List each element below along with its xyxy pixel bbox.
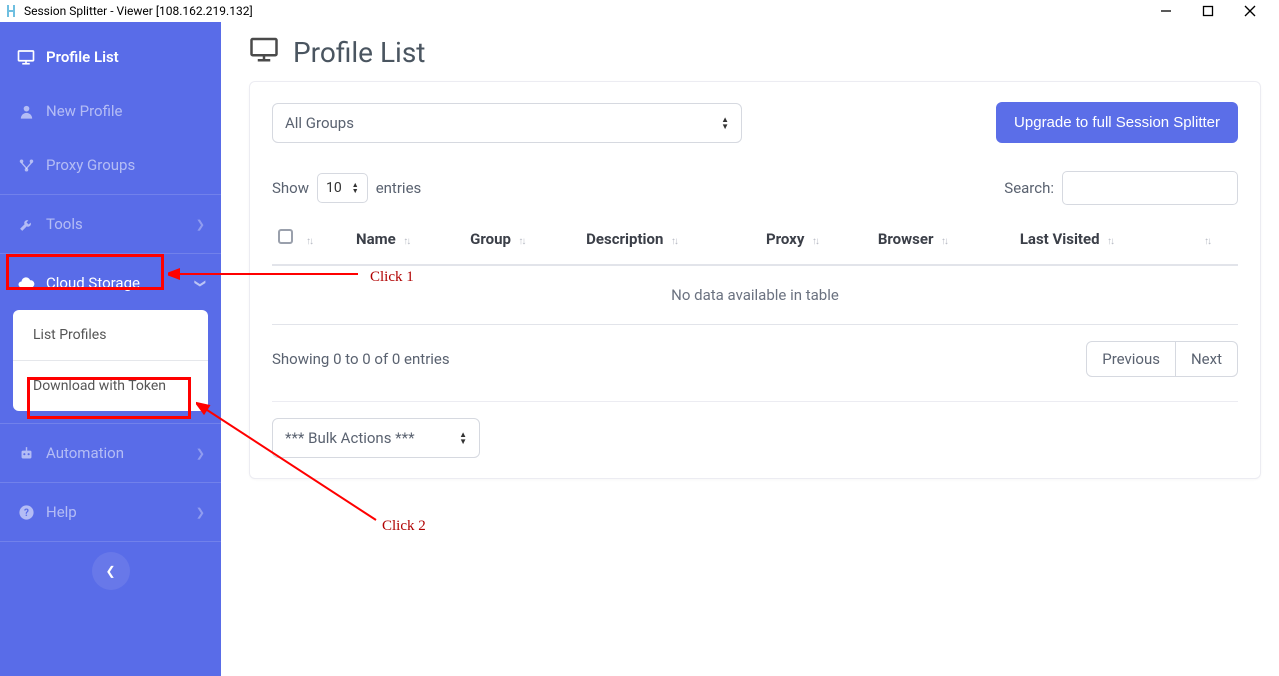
- chevron-right-icon: ❯: [196, 447, 205, 460]
- sidebar-item-help[interactable]: ? Help ❯: [0, 485, 221, 539]
- column-proxy[interactable]: Proxy ↑↓: [760, 219, 872, 265]
- profile-list-card: All Groups ▲▼ Upgrade to full Session Sp…: [249, 81, 1261, 479]
- sidebar-item-label: Proxy Groups: [46, 156, 135, 174]
- submenu-list-profiles[interactable]: List Profiles: [13, 310, 208, 360]
- sidebar-item-proxy-groups[interactable]: Proxy Groups: [0, 138, 221, 192]
- sidebar-item-new-profile[interactable]: New Profile: [0, 84, 221, 138]
- sidebar-item-automation[interactable]: Automation ❯: [0, 426, 221, 480]
- updown-icon: ▲▼: [721, 116, 729, 130]
- sidebar-item-label: Help: [46, 503, 77, 521]
- page-title: Profile List: [293, 36, 425, 69]
- user-icon: [16, 101, 36, 121]
- chevron-down-icon: ❯: [194, 278, 207, 287]
- column-checkbox: [272, 219, 300, 265]
- prev-page-button[interactable]: Previous: [1086, 341, 1176, 377]
- wrench-icon: [16, 214, 36, 234]
- group-select-value: All Groups: [285, 114, 354, 132]
- bulk-actions-select[interactable]: *** Bulk Actions *** ▲▼: [272, 418, 480, 458]
- cloud-icon: [16, 273, 36, 293]
- monitor-icon: [249, 34, 279, 71]
- sidebar-item-profile-list[interactable]: Profile List: [0, 30, 221, 84]
- window-maximize-button[interactable]: [1199, 2, 1217, 20]
- column-actions[interactable]: ↑↓: [1198, 219, 1238, 265]
- robot-icon: [16, 443, 36, 463]
- cloud-storage-submenu: List Profiles Download with Token: [13, 310, 208, 411]
- help-icon: ?: [16, 502, 36, 522]
- column-browser[interactable]: Browser ↑↓: [872, 219, 1014, 265]
- sidebar-collapse-button[interactable]: ❮: [92, 552, 130, 590]
- chevron-right-icon: ❯: [196, 506, 205, 519]
- window-minimize-button[interactable]: [1157, 2, 1175, 20]
- select-all-checkbox[interactable]: [278, 229, 293, 244]
- entries-per-page-select[interactable]: 10 ▲▼: [317, 173, 368, 203]
- group-select[interactable]: All Groups ▲▼: [272, 103, 742, 143]
- search-input[interactable]: [1062, 171, 1238, 205]
- profiles-table: ↑↓ Name ↑↓ Group ↑↓ Description ↑↓ Proxy…: [272, 219, 1238, 325]
- chevron-right-icon: ❯: [196, 218, 205, 231]
- bulk-select-value: *** Bulk Actions ***: [285, 429, 415, 447]
- updown-icon: ▲▼: [459, 431, 467, 445]
- upgrade-button[interactable]: Upgrade to full Session Splitter: [996, 102, 1238, 143]
- sidebar-item-cloud-storage[interactable]: Cloud Storage ❯: [0, 256, 221, 310]
- sidebar-item-label: Profile List: [46, 48, 119, 66]
- sidebar-item-label: Tools: [46, 215, 83, 233]
- column-last-visited[interactable]: Last Visited ↑↓: [1014, 219, 1198, 265]
- monitor-icon: [16, 47, 36, 67]
- column-description[interactable]: Description ↑↓: [580, 219, 760, 265]
- sidebar-item-label: Automation: [46, 444, 124, 462]
- window-titlebar: Session Splitter - Viewer [108.162.219.1…: [0, 0, 1279, 22]
- next-page-button[interactable]: Next: [1176, 341, 1238, 377]
- svg-text:?: ?: [24, 508, 29, 519]
- pagination: Previous Next: [1086, 341, 1238, 377]
- column-sort-blank[interactable]: ↑↓: [300, 219, 350, 265]
- app-icon: [4, 4, 18, 18]
- column-name[interactable]: Name ↑↓: [350, 219, 464, 265]
- entries-value: 10: [326, 180, 342, 196]
- main-content: Profile List All Groups ▲▼ Upgrade to fu…: [221, 22, 1279, 676]
- chevron-left-icon: ❮: [105, 564, 115, 578]
- showing-entries-text: Showing 0 to 0 of 0 entries: [272, 350, 450, 368]
- sidebar-item-tools[interactable]: Tools ❯: [0, 197, 221, 251]
- window-close-button[interactable]: [1241, 2, 1259, 20]
- sidebar-item-label: Cloud Storage: [46, 274, 140, 292]
- updown-icon: ▲▼: [352, 182, 359, 194]
- search-label: Search:: [1004, 179, 1054, 197]
- submenu-download-token[interactable]: Download with Token: [13, 361, 208, 411]
- sidebar: Profile List New Profile Proxy Groups To…: [0, 22, 221, 676]
- no-data-row: No data available in table: [272, 265, 1238, 325]
- column-group[interactable]: Group ↑↓: [464, 219, 580, 265]
- show-label: Show: [272, 179, 309, 197]
- network-icon: [16, 155, 36, 175]
- window-title: Session Splitter - Viewer [108.162.219.1…: [24, 4, 253, 18]
- sidebar-item-label: New Profile: [46, 102, 123, 120]
- entries-label: entries: [376, 179, 422, 197]
